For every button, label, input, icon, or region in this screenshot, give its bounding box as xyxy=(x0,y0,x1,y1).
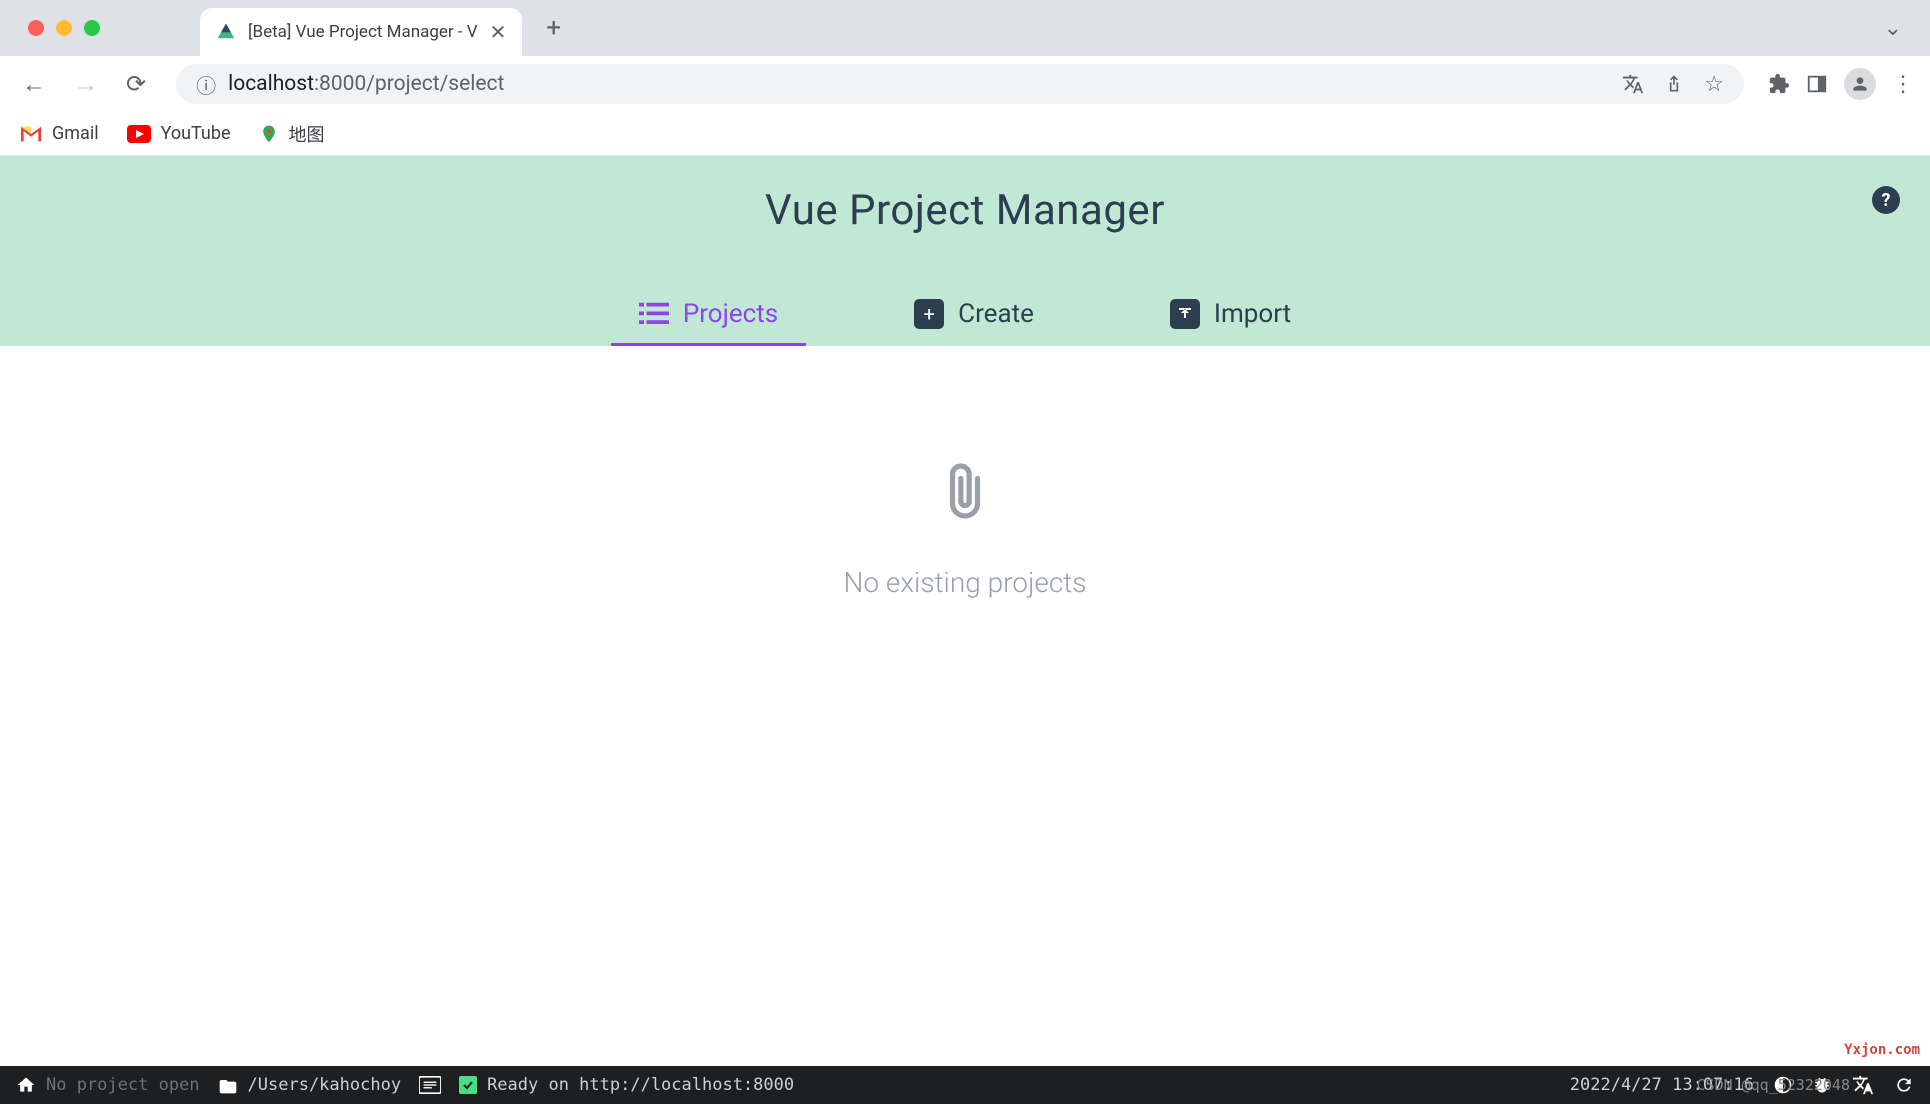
profile-avatar[interactable] xyxy=(1844,68,1876,100)
status-log[interactable] xyxy=(419,1076,441,1094)
home-icon xyxy=(16,1075,36,1095)
more-menu-icon[interactable]: ⋮ xyxy=(1892,72,1914,97)
traffic-lights xyxy=(28,20,100,36)
app-header: Vue Project Manager ? Projects + Create … xyxy=(0,156,1930,346)
ready-icon xyxy=(459,1076,477,1094)
plus-icon: + xyxy=(914,299,944,329)
tab-dropdown-button[interactable]: ⌄ xyxy=(1884,16,1902,41)
browser-toolbar: ← → ⟳ ⓘ localhost:8000/project/select ☆ … xyxy=(0,56,1930,112)
help-icon[interactable]: ? xyxy=(1872,186,1900,214)
window-minimize-button[interactable] xyxy=(56,20,72,36)
tab-title: [Beta] Vue Project Manager - V xyxy=(248,22,478,42)
translate-icon[interactable] xyxy=(1622,73,1644,95)
folder-icon xyxy=(218,1076,238,1094)
share-icon[interactable] xyxy=(1664,73,1684,95)
empty-state-text: No existing projects xyxy=(844,566,1087,599)
browser-tab[interactable]: [Beta] Vue Project Manager - V ✕ xyxy=(200,8,522,56)
bookmark-maps[interactable]: 地图 xyxy=(259,121,325,147)
paperclip-icon xyxy=(940,456,990,526)
back-button[interactable]: ← xyxy=(16,64,52,105)
status-ready[interactable]: Ready on http://localhost:8000 xyxy=(459,1075,794,1095)
side-panel-icon[interactable] xyxy=(1806,73,1828,95)
tab-label: Projects xyxy=(683,299,778,329)
window-maximize-button[interactable] xyxy=(84,20,100,36)
bookmark-gmail[interactable]: Gmail xyxy=(20,123,99,144)
tabs: Projects + Create Import xyxy=(0,285,1930,346)
refresh-icon[interactable] xyxy=(1894,1075,1914,1095)
tab-label: Create xyxy=(958,299,1034,329)
tab-projects[interactable]: Projects xyxy=(611,285,806,346)
browser-chrome: [Beta] Vue Project Manager - V ✕ + ⌄ ← →… xyxy=(0,0,1930,156)
vue-logo-icon xyxy=(216,22,236,42)
tab-bar: [Beta] Vue Project Manager - V ✕ + ⌄ xyxy=(0,0,1930,56)
tab-label: Import xyxy=(1214,299,1291,329)
reload-button[interactable]: ⟳ xyxy=(120,64,152,104)
translate-status-icon[interactable] xyxy=(1852,1074,1874,1096)
status-home[interactable]: No project open xyxy=(16,1075,200,1095)
window-close-button[interactable] xyxy=(28,20,44,36)
bookmark-star-icon[interactable]: ☆ xyxy=(1704,72,1724,97)
youtube-icon xyxy=(127,125,151,143)
person-icon xyxy=(1850,74,1870,94)
new-tab-button[interactable]: + xyxy=(546,13,561,43)
page-title: Vue Project Manager xyxy=(0,186,1930,235)
main-content: No existing projects xyxy=(0,346,1930,966)
list-icon xyxy=(639,299,669,329)
csdn-watermark: CSDN @qq_52322048 xyxy=(1696,1076,1850,1094)
tab-create[interactable]: + Create xyxy=(886,285,1062,346)
site-info-icon[interactable]: ⓘ xyxy=(196,70,216,99)
bookmark-youtube[interactable]: YouTube xyxy=(127,123,231,144)
gmail-icon xyxy=(20,125,42,143)
log-icon xyxy=(419,1076,441,1094)
url-text: localhost:8000/project/select xyxy=(228,72,504,96)
tab-import[interactable]: Import xyxy=(1142,285,1319,346)
upload-icon xyxy=(1170,299,1200,329)
extensions-icon[interactable] xyxy=(1768,73,1790,95)
bookmarks-bar: Gmail YouTube 地图 xyxy=(0,112,1930,156)
status-bar: Yxjon.com No project open /Users/kahocho… xyxy=(0,1066,1930,1104)
close-icon[interactable]: ✕ xyxy=(490,20,507,44)
status-path[interactable]: /Users/kahochoy xyxy=(218,1075,402,1095)
maps-icon xyxy=(259,123,279,145)
watermark: Yxjon.com xyxy=(1844,1042,1920,1058)
forward-button[interactable]: → xyxy=(68,64,104,105)
url-bar[interactable]: ⓘ localhost:8000/project/select ☆ xyxy=(176,64,1744,104)
